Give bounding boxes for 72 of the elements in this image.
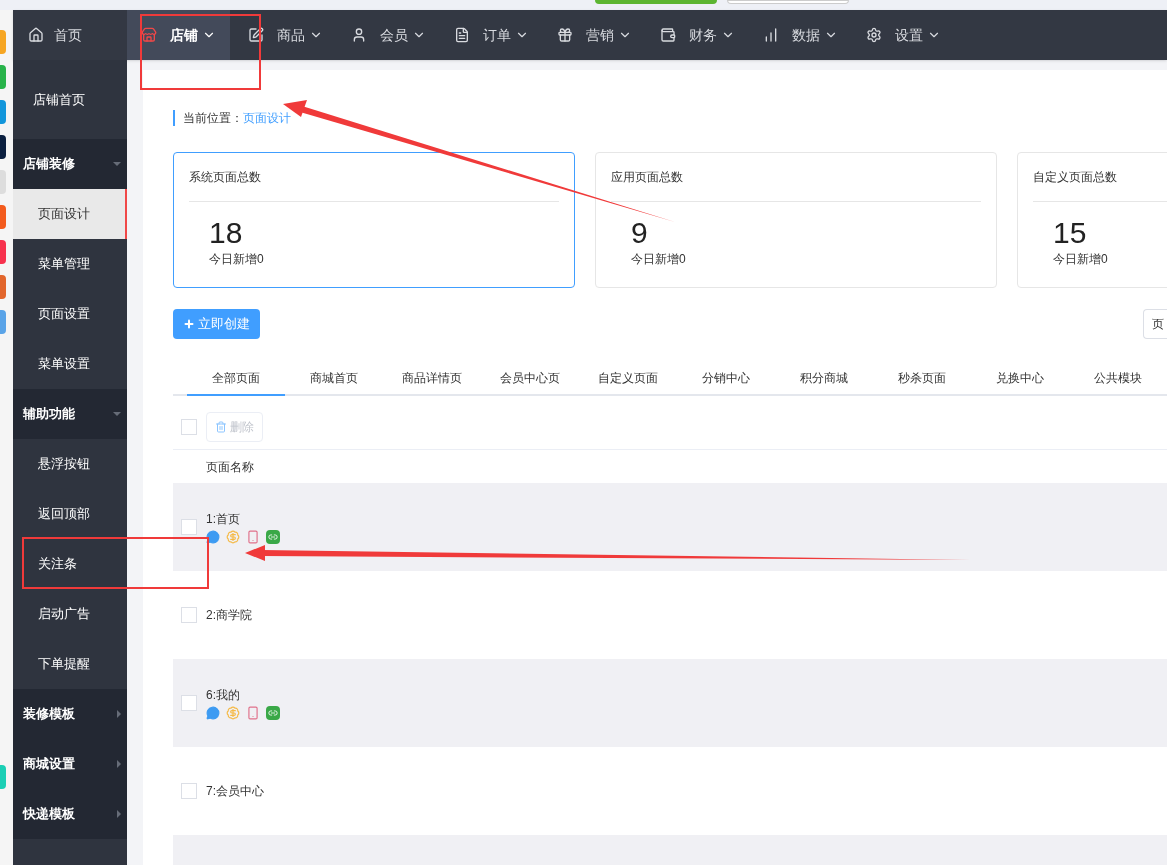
page-name: 2:商学院 <box>206 607 252 624</box>
chat-bubbles-icon <box>206 706 220 720</box>
sidebar-item[interactable]: 页面设计 <box>13 189 127 239</box>
checkbox[interactable] <box>181 519 197 535</box>
page-tab[interactable]: 公共模块 <box>1069 364 1167 396</box>
gift-icon <box>557 27 573 43</box>
page-tab[interactable]: 全部页面 <box>187 364 285 396</box>
bar-chart-icon <box>763 27 779 43</box>
stat-subtitle: 今日新增0 <box>631 251 686 268</box>
settings-icon <box>866 27 882 43</box>
page-tab[interactable]: 秒杀页面 <box>873 364 971 396</box>
link-icon <box>266 706 280 720</box>
stat-value: 18 <box>209 216 243 250</box>
sidebar-section[interactable]: 商城设置 <box>13 739 127 789</box>
nav-tab[interactable]: 财务 <box>646 10 749 60</box>
chat-bubbles-icon <box>206 530 220 544</box>
dollar-badge-icon <box>226 530 240 544</box>
home-link[interactable]: 首页 <box>13 10 127 60</box>
document-icon <box>454 27 470 43</box>
store-icon <box>141 27 157 43</box>
link-icon <box>266 530 280 544</box>
breadcrumb-label: 当前位置： <box>183 110 243 127</box>
stat-subtitle: 今日新增0 <box>209 251 264 268</box>
nav-tab[interactable]: 数据 <box>749 10 852 60</box>
phone-icon <box>246 530 260 544</box>
sidebar-section[interactable]: 辅助功能 <box>13 389 127 439</box>
nav-tab[interactable]: 会员 <box>337 10 440 60</box>
caret-right-icon <box>117 810 121 818</box>
page-name: 6:我的 <box>206 687 241 704</box>
page-name: 1:首页 <box>206 511 241 528</box>
nav-tab[interactable]: 商品 <box>234 10 337 60</box>
page-tab[interactable]: 会员中心页 <box>481 364 579 396</box>
filter-select[interactable]: 页 <box>1143 309 1167 339</box>
page-tab[interactable]: 商城首页 <box>285 364 383 396</box>
stat-subtitle: 今日新增0 <box>1053 251 1108 268</box>
stat-value: 9 <box>631 216 648 250</box>
page-tab[interactable]: 商品详情页 <box>383 364 481 396</box>
checkbox[interactable] <box>181 695 197 711</box>
table-row[interactable]: 1:首页 <box>173 483 1167 571</box>
caret-down-icon <box>113 162 121 166</box>
sidebar-section[interactable]: 快递模板 <box>13 789 127 839</box>
nav-tab[interactable]: 营销 <box>543 10 646 60</box>
trash-icon <box>215 420 227 433</box>
stat-title: 自定义页面总数 <box>1033 169 1117 186</box>
plus-icon <box>183 318 195 330</box>
stat-title: 系统页面总数 <box>189 169 261 186</box>
nav-tab[interactable]: 店铺 <box>127 10 230 60</box>
phone-icon <box>246 706 260 720</box>
nav-tab[interactable]: 订单 <box>440 10 543 60</box>
stat-value: 15 <box>1053 216 1087 250</box>
page-tab[interactable]: 自定义页面 <box>579 364 677 396</box>
user-icon <box>351 27 367 43</box>
nav-tab[interactable]: 设置 <box>852 10 955 60</box>
caret-right-icon <box>117 760 121 768</box>
sidebar-section[interactable]: 店铺装修 <box>13 139 127 189</box>
page-tab[interactable]: 积分商城 <box>775 364 873 396</box>
checkbox[interactable] <box>181 418 197 435</box>
page-tab[interactable]: 分销中心 <box>677 364 775 396</box>
caret-down-icon <box>113 412 121 416</box>
table-row[interactable]: 6:我的 <box>173 659 1167 747</box>
stat-card[interactable]: 应用页面总数 9 今日新增0 <box>595 152 997 288</box>
column-header: 页面名称 <box>206 458 254 476</box>
page-tab[interactable]: 兑换中心 <box>971 364 1069 396</box>
caret-right-icon <box>117 710 121 718</box>
page-name: 7:会员中心 <box>206 783 264 800</box>
stat-title: 应用页面总数 <box>611 169 683 186</box>
sidebar-section[interactable]: 装修模板 <box>13 689 127 739</box>
stat-card[interactable]: 自定义页面总数 15 今日新增0 <box>1017 152 1167 288</box>
checkbox[interactable] <box>181 783 197 799</box>
checkbox[interactable] <box>181 607 197 623</box>
dollar-badge-icon <box>226 706 240 720</box>
home-icon <box>28 27 44 43</box>
